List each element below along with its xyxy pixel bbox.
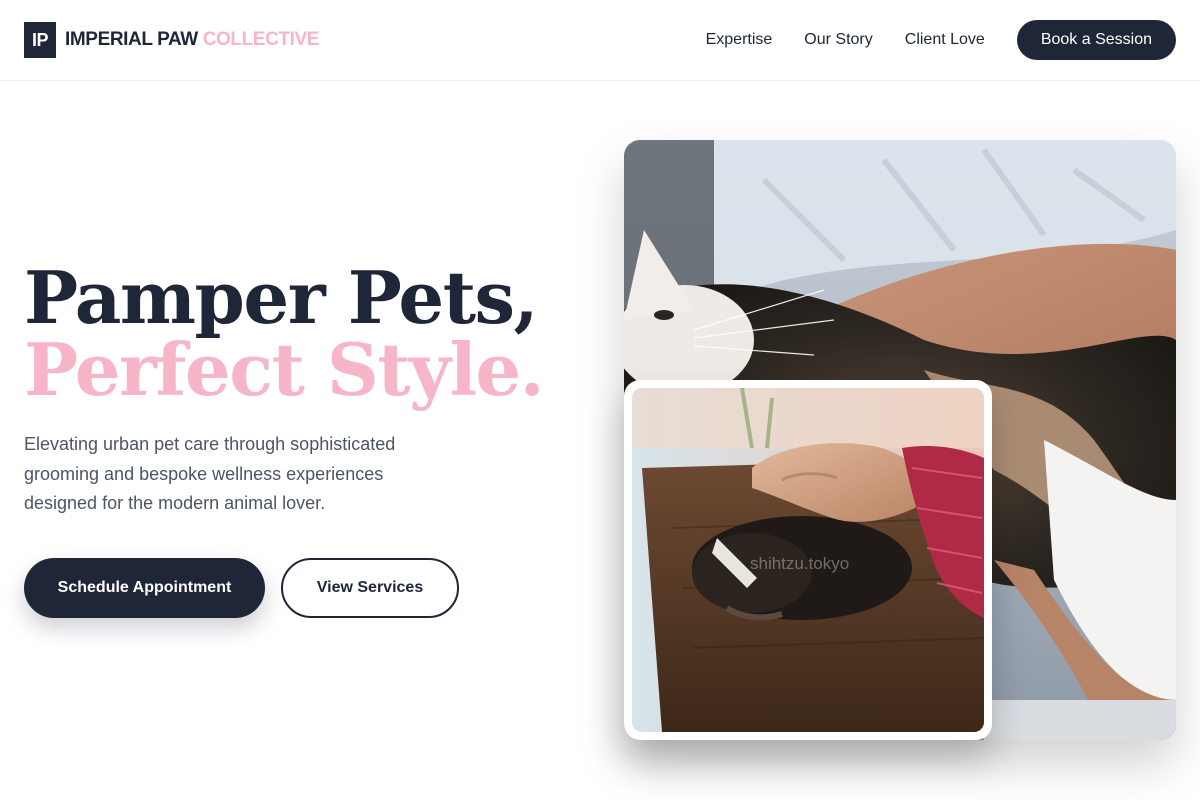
hero-subtitle: Elevating urban pet care through sophist… — [24, 434, 396, 513]
logo-mark: IP — [24, 22, 56, 58]
brand-logo[interactable]: IP IMPERIAL PAW COLLECTIVE — [24, 22, 319, 58]
brand-name-primary: IMPERIAL PAW — [65, 29, 198, 50]
nav-link-our-story[interactable]: Our Story — [804, 31, 872, 49]
puppy-photo: shihtzu.tokyo — [632, 388, 984, 732]
nav-link-client-love[interactable]: Client Love — [905, 31, 985, 49]
schedule-appointment-button[interactable]: Schedule Appointment — [24, 558, 265, 618]
image-watermark: shihtzu.tokyo — [750, 554, 849, 573]
brand-name: IMPERIAL PAW COLLECTIVE — [65, 29, 319, 51]
view-services-button[interactable]: View Services — [281, 558, 459, 618]
main-nav: Expertise Our Story Client Love Book a S… — [706, 20, 1176, 60]
hero-title-line1: Pamper Pets, — [24, 255, 539, 340]
site-header: IP IMPERIAL PAW COLLECTIVE Expertise Our… — [0, 0, 1200, 81]
hero-title: Pamper Pets, Perfect Style. — [24, 255, 545, 412]
book-session-button[interactable]: Book a Session — [1016, 20, 1176, 60]
brand-name-accent: COLLECTIVE — [202, 29, 320, 50]
nav-link-expertise[interactable]: Expertise — [706, 31, 773, 49]
hero-title-line2: Perfect Style. — [24, 327, 545, 412]
hero-inset-image: shihtzu.tokyo — [624, 380, 992, 740]
